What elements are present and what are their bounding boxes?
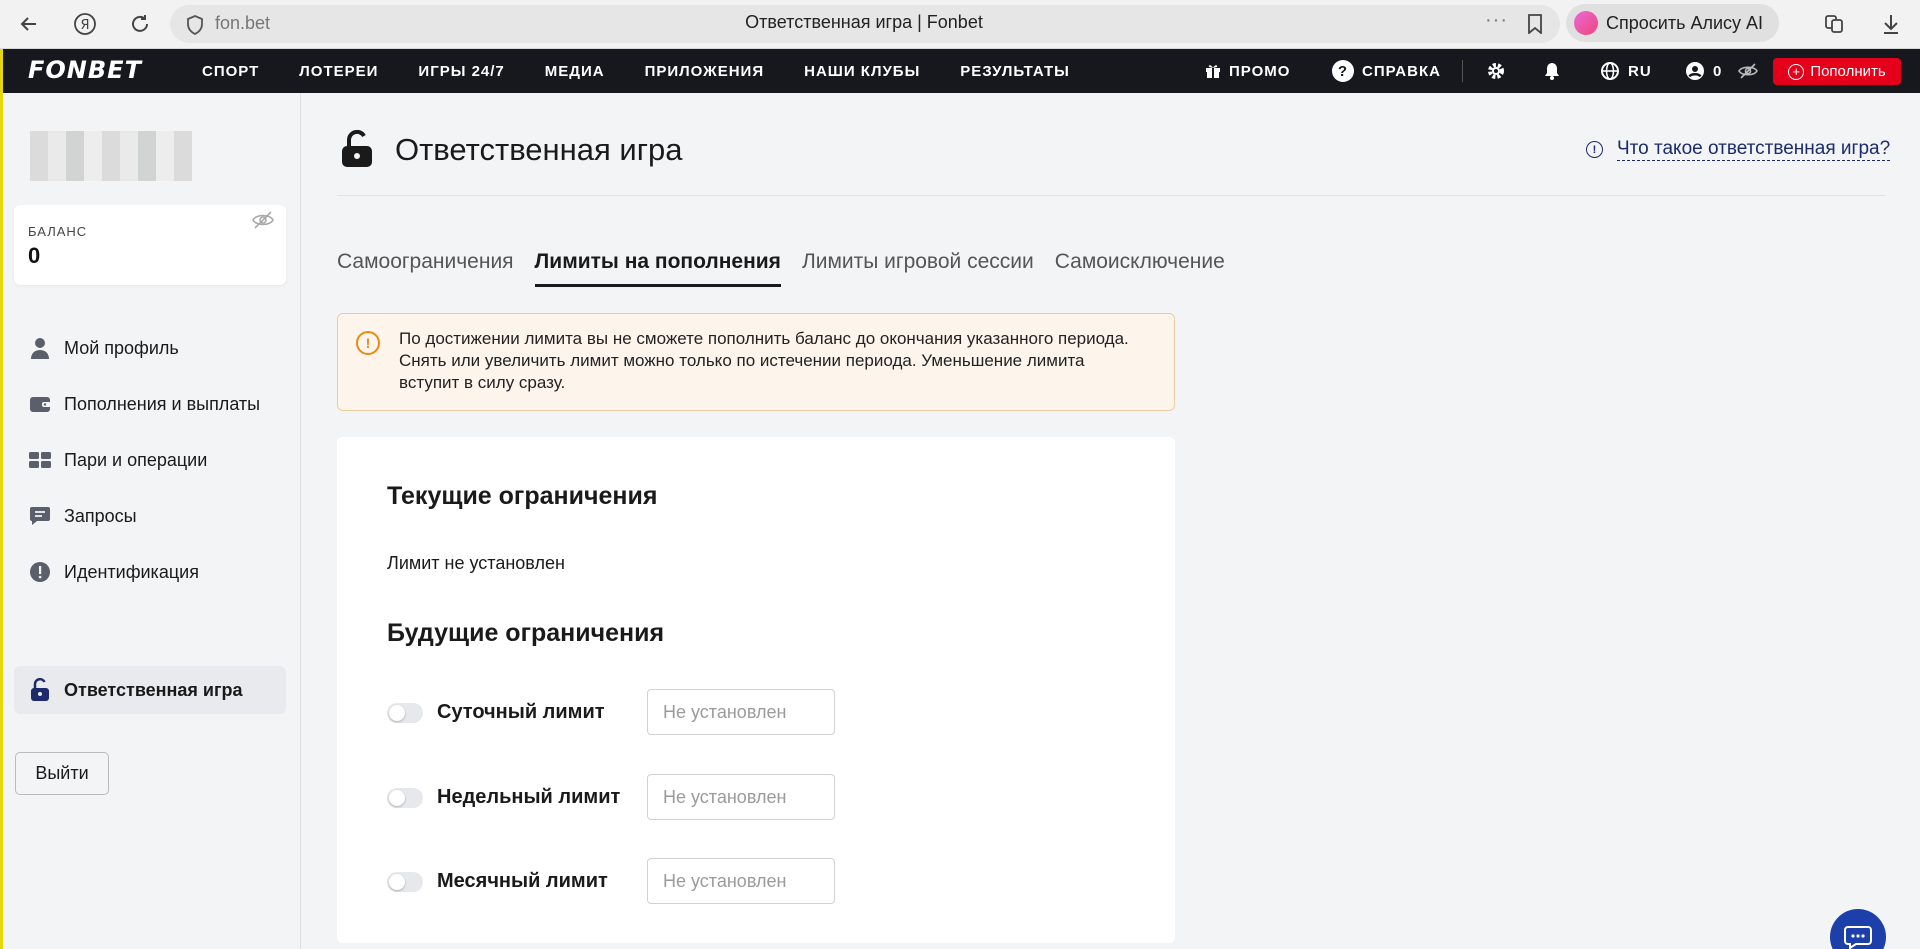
what-link-label: Что такое ответственная игра?: [1617, 138, 1891, 161]
warning-icon: !: [356, 331, 380, 355]
account-icon: [1686, 62, 1704, 80]
sidebar-item-label: Запросы: [64, 505, 137, 526]
account-balance: 0: [1713, 62, 1723, 80]
page-tab-title: Ответственная игра | Fonbet: [745, 12, 983, 32]
settings-gear-icon[interactable]: [1486, 49, 1506, 93]
alert-icon: [28, 560, 52, 584]
alisa-label: Спросить Алису AI: [1606, 12, 1764, 33]
limits-tabs: Самоограничения Лимиты на пополнения Лим…: [337, 250, 1246, 290]
hide-balance-icon[interactable]: [1738, 49, 1758, 93]
daily-limit-label: Суточный лимит: [437, 701, 605, 723]
current-limits-value: Лимит не установлен: [387, 553, 565, 573]
topup-button[interactable]: + Пополнить: [1773, 58, 1901, 85]
tab-deposit-limits[interactable]: Лимиты на пополнения: [534, 250, 781, 287]
header-divider: [1462, 60, 1463, 82]
balance-card: БАЛАНС 0: [14, 205, 286, 285]
help-link[interactable]: ? СПРАВКА: [1332, 49, 1441, 93]
nav-sport[interactable]: СПОРТ: [202, 63, 259, 80]
monthly-limit-row: Месячный лимит: [387, 858, 847, 904]
tab-self-exclusion[interactable]: Самоисключение: [1055, 250, 1225, 287]
sidebar-item-label: Пари и операции: [64, 449, 208, 470]
what-is-responsible-gaming-link[interactable]: ! Что такое ответственная игра?: [1586, 138, 1891, 161]
nav-media[interactable]: МЕДИА: [545, 63, 605, 80]
current-limits-heading: Текущие ограничения: [387, 482, 658, 510]
sidebar-item-profile[interactable]: Мой профиль: [14, 324, 286, 372]
sidebar-item-label: Пополнения и выплаты: [64, 393, 261, 414]
page-lock-icon: [340, 129, 374, 173]
limit-notice: ! По достижении лимита вы не сможете поп…: [337, 313, 1175, 411]
daily-limit-input[interactable]: [647, 689, 835, 735]
sidebar-item-payments[interactable]: Пополнения и выплаты: [14, 380, 286, 428]
language-label: RU: [1628, 62, 1652, 80]
promo-link[interactable]: ПРОМО: [1205, 49, 1290, 93]
fonbet-logo[interactable]: FONBET: [28, 56, 142, 84]
wallet-icon: [28, 392, 52, 416]
monthly-limit-toggle[interactable]: [387, 872, 423, 892]
message-icon: [28, 504, 52, 528]
weekly-limit-label: Недельный лимит: [437, 786, 621, 808]
balance-value: 0: [28, 243, 41, 268]
globe-icon: [1601, 62, 1619, 80]
user-icon: [28, 336, 52, 360]
extensions-icon[interactable]: [1819, 9, 1849, 39]
nav-results[interactable]: РЕЗУЛЬТАТЫ: [960, 63, 1070, 80]
tab-self-restrictions[interactable]: Самоограничения: [337, 250, 514, 287]
browser-toolbar: Я fon.bet Ответственная игра | Fonbet ··…: [0, 0, 1920, 49]
info-icon: !: [1586, 141, 1603, 158]
nav-apps[interactable]: ПРИЛОЖЕНИЯ: [645, 63, 765, 80]
logout-button[interactable]: Выйти: [15, 752, 109, 795]
nav-lotteries[interactable]: ЛОТЕРЕИ: [299, 63, 378, 80]
sidebar-item-responsible-gaming[interactable]: Ответственная игра: [14, 666, 286, 714]
bookmark-icon[interactable]: [1520, 9, 1550, 39]
sidebar-item-requests[interactable]: Запросы: [14, 492, 286, 540]
help-icon: ?: [1332, 60, 1354, 82]
monthly-limit-label: Месячный лимит: [437, 870, 608, 892]
tab-session-limits[interactable]: Лимиты игровой сессии: [802, 250, 1034, 287]
notice-text: По достижении лимита вы не сможете попол…: [399, 329, 1129, 392]
sidebar-item-label: Идентификация: [64, 561, 199, 582]
sidebar-item-bets[interactable]: Пари и операции: [14, 436, 286, 484]
tickets-icon: [28, 448, 52, 472]
sidebar: БАЛАНС 0 Мой профиль Пополнения и выплат…: [0, 93, 301, 949]
future-limits-heading: Будущие ограничения: [387, 619, 665, 647]
daily-limit-row: Суточный лимит: [387, 689, 847, 735]
plus-icon: +: [1788, 63, 1805, 80]
alisa-icon: [1574, 11, 1598, 35]
daily-limit-toggle[interactable]: [387, 703, 423, 723]
balance-label: БАЛАНС: [28, 224, 88, 239]
user-name-blurred: [30, 131, 192, 181]
monthly-limit-input[interactable]: [647, 858, 835, 904]
language-switcher[interactable]: RU: [1600, 49, 1652, 93]
more-icon[interactable]: ···: [1485, 9, 1508, 32]
promo-label: ПРОМО: [1229, 62, 1291, 80]
chat-bubble-icon[interactable]: [1830, 909, 1886, 949]
download-icon[interactable]: [1876, 9, 1906, 39]
limits-card: Текущие ограничения Лимит не установлен …: [337, 437, 1175, 943]
help-label: СПРАВКА: [1362, 62, 1441, 80]
nav-games[interactable]: ИГРЫ 24/7: [418, 63, 504, 80]
weekly-limit-toggle[interactable]: [387, 788, 423, 808]
window-edge-accent: [0, 49, 3, 949]
topup-label: Пополнить: [1810, 63, 1886, 80]
page-title: Ответственная игра: [395, 132, 683, 167]
account-button[interactable]: 0: [1685, 49, 1722, 93]
alisa-button[interactable]: Спросить Алису AI: [1566, 4, 1780, 42]
sidebar-item-label: Мой профиль: [64, 337, 179, 358]
weekly-limit-input[interactable]: [647, 774, 835, 820]
hide-balance-eye-icon[interactable]: [252, 211, 274, 234]
bell-icon[interactable]: [1543, 49, 1561, 93]
lock-icon: [28, 678, 52, 702]
main-nav: СПОРТ ЛОТЕРЕИ ИГРЫ 24/7 МЕДИА ПРИЛОЖЕНИЯ…: [202, 49, 1110, 93]
site-header: FONBET СПОРТ ЛОТЕРЕИ ИГРЫ 24/7 МЕДИА ПРИ…: [0, 49, 1920, 93]
sidebar-item-label: Ответственная игра: [64, 679, 243, 700]
sidebar-item-identification[interactable]: Идентификация: [14, 548, 286, 596]
title-divider: [337, 195, 1885, 196]
weekly-limit-row: Недельный лимит: [387, 774, 847, 820]
nav-clubs[interactable]: НАШИ КЛУБЫ: [804, 63, 920, 80]
gift-icon: [1206, 65, 1220, 78]
